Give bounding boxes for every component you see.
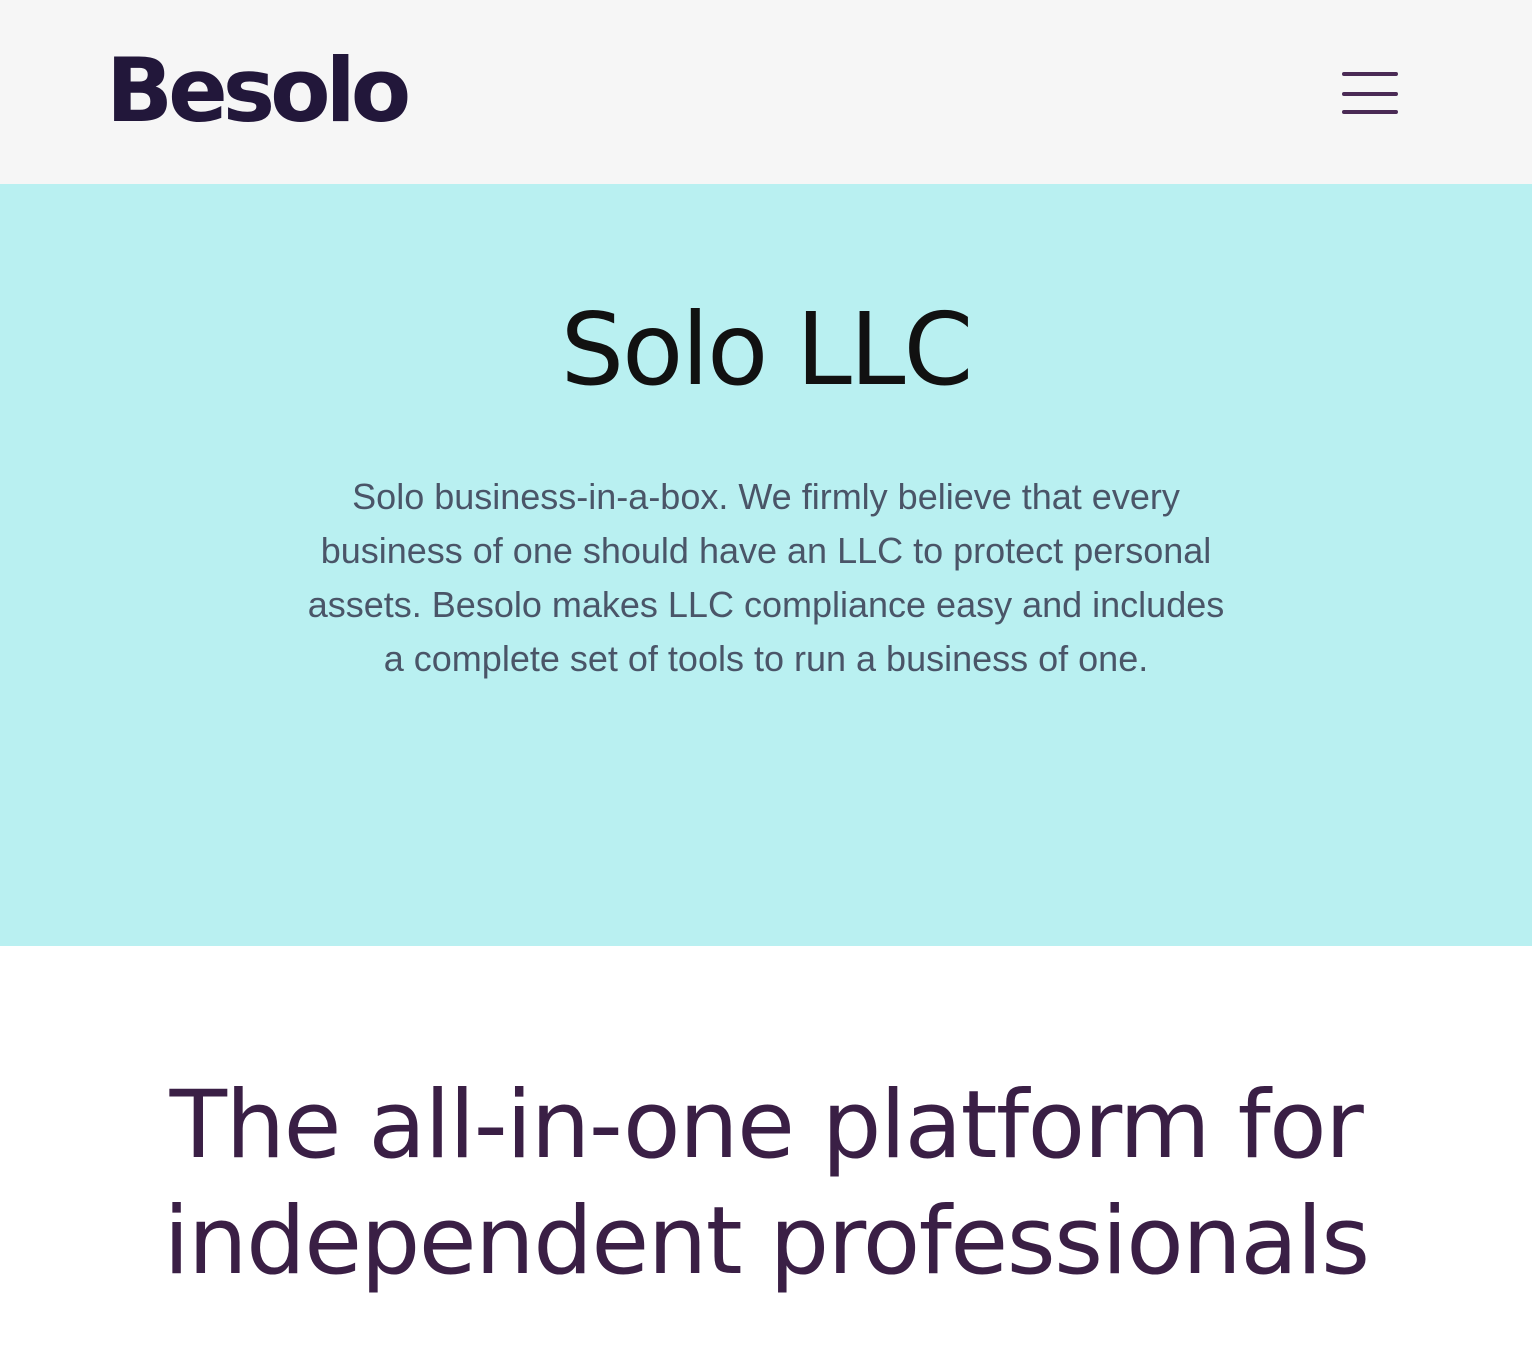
besolo-logo[interactable]: Besolo [106, 36, 411, 146]
hero-description: Solo business-in-a-box. We firmly believ… [307, 476, 1225, 679]
site-header: Besolo [0, 0, 1532, 184]
menu-button[interactable] [1338, 66, 1402, 122]
hero-title: Solo LLC [560, 291, 974, 408]
hamburger-menu-icon [1342, 72, 1398, 114]
platform-heading: The all-in-one platform for independent … [163, 1071, 1370, 1296]
hero-section: Solo LLC Solo business-in-a-box. We firm… [0, 184, 1532, 946]
